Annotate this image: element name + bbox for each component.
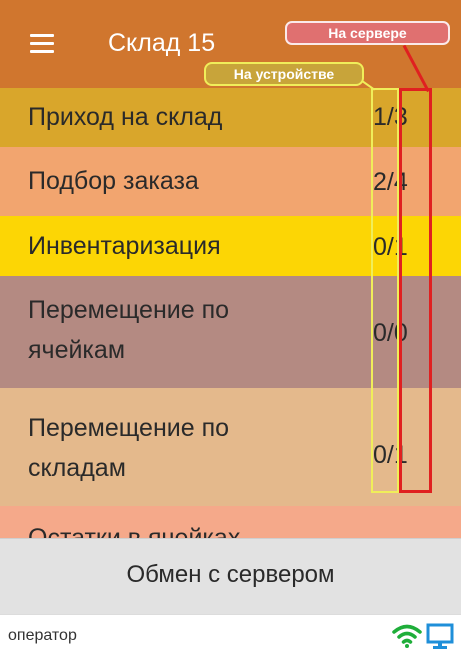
hamburger-menu-icon[interactable] [30, 34, 54, 53]
menu-item-label: Остатки в ячейках [28, 524, 241, 538]
counter-separator: / [386, 168, 394, 196]
menu-item-inventory[interactable]: Инвентаризация 0/1 [0, 216, 461, 276]
counter-separator: / [386, 319, 394, 347]
wifi-icon [392, 624, 422, 648]
device-count: 0 [373, 441, 387, 469]
counter-separator: / [386, 103, 394, 131]
document-counter: 0/0 [373, 319, 408, 348]
server-count: 0 [393, 319, 408, 347]
status-bar: оператор [0, 614, 461, 657]
server-count: 1 [393, 441, 408, 469]
app-screen: Склад 15 Приход на склад 1/3 Подбор зака… [0, 0, 461, 657]
monitor-icon [426, 623, 454, 649]
operator-name: оператор [8, 627, 77, 644]
counter-separator: / [386, 441, 394, 469]
device-count: 0 [373, 233, 387, 261]
document-counter: 0/1 [373, 233, 408, 262]
menu-item-label: Подбор заказа [28, 167, 199, 195]
menu-item-warehouse-transfer[interactable]: Перемещение по складам 0/1 [0, 388, 461, 506]
menu-item-cell-transfer[interactable]: Перемещение по ячейкам 0/0 [0, 276, 461, 388]
page-title: Склад 15 [108, 29, 216, 57]
device-count: 1 [373, 103, 387, 131]
server-count: 3 [393, 103, 408, 131]
document-counter: 0/1 [373, 441, 408, 470]
exchange-with-server-button[interactable]: Обмен с сервером [0, 538, 461, 614]
device-count: 0 [373, 319, 387, 347]
document-counter: 1/3 [373, 103, 408, 132]
menu-item-receiving[interactable]: Приход на склад 1/3 [0, 88, 461, 147]
menu-item-cell-stock[interactable]: Остатки в ячейках [0, 506, 461, 538]
device-count: 2 [373, 168, 387, 196]
menu-item-label: Перемещение по складам [28, 414, 230, 482]
operations-list: Приход на склад 1/3 Подбор заказа 2/4 Ин… [0, 88, 461, 538]
device-callout-label: На устройстве [204, 62, 364, 86]
exchange-button-label: Обмен с сервером [126, 561, 335, 588]
menu-item-label: Приход на склад [28, 103, 223, 131]
menu-item-label: Инвентаризация [28, 232, 221, 260]
server-count: 1 [393, 233, 408, 261]
server-callout-label: На сервере [285, 21, 450, 45]
menu-item-order-picking[interactable]: Подбор заказа 2/4 [0, 147, 461, 216]
counter-separator: / [386, 233, 394, 261]
menu-item-label: Перемещение по ячейкам [28, 296, 230, 364]
server-count: 4 [393, 168, 408, 196]
document-counter: 2/4 [373, 168, 408, 197]
